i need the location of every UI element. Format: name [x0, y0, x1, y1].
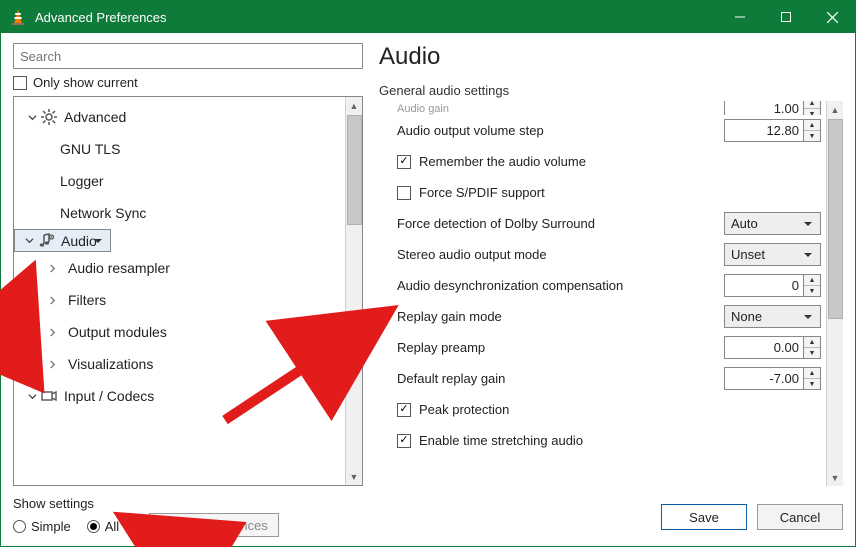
row-peak-protection: Peak protection — [383, 394, 821, 425]
preamp-spinner[interactable]: ▲▼ — [724, 336, 821, 359]
spin-up-icon[interactable]: ▲ — [804, 101, 820, 109]
dolby-select[interactable]: Auto — [724, 212, 821, 235]
row-time-stretching: Enable time stretching audio — [383, 425, 821, 456]
vlc-cone-icon — [9, 8, 27, 26]
spin-up-icon[interactable]: ▲ — [804, 337, 820, 348]
spin-up-icon[interactable]: ▲ — [804, 275, 820, 286]
audio-gain-spinner[interactable]: ▲▼ — [724, 101, 821, 115]
chevron-right-icon[interactable] — [44, 296, 60, 305]
row-stereo-mode: Stereo audio output mode Unset — [383, 239, 821, 270]
row-dolby: Force detection of Dolby Surround Auto — [383, 208, 821, 239]
chevron-right-icon[interactable] — [44, 360, 60, 369]
scroll-down-icon[interactable]: ▼ — [346, 468, 362, 485]
codec-icon — [40, 387, 58, 405]
maximize-button[interactable] — [763, 1, 809, 33]
window-body: Only show current Advanced GNU TLS Logge… — [1, 33, 855, 546]
tree-scrollbar[interactable]: ▲ ▼ — [345, 97, 362, 485]
row-remember-volume: Remember the audio volume — [383, 146, 821, 177]
scroll-up-icon[interactable]: ▲ — [827, 101, 843, 118]
scroll-thumb[interactable] — [828, 119, 843, 319]
tree-item-filters[interactable]: Filters — [14, 284, 362, 316]
scroll-up-icon[interactable]: ▲ — [346, 97, 362, 114]
spin-down-icon[interactable]: ▼ — [804, 131, 820, 141]
window-title: Advanced Preferences — [35, 10, 717, 25]
chevron-down-icon[interactable] — [21, 236, 37, 245]
radio-simple[interactable]: Simple — [13, 519, 71, 534]
save-button[interactable]: Save — [661, 504, 747, 530]
audio-gain-input[interactable] — [724, 101, 804, 115]
tree-item-gnutls[interactable]: GNU TLS — [14, 133, 362, 165]
volume-step-spinner[interactable]: ▲▼ — [724, 119, 821, 142]
spin-up-icon[interactable]: ▲ — [804, 120, 820, 131]
footer: Show settings Simple All Reset Preferenc… — [13, 486, 843, 538]
only-show-current-checkbox[interactable] — [13, 76, 27, 90]
reset-preferences-button[interactable]: Reset Preferences — [149, 513, 279, 537]
row-desync: Audio desynchronization compensation ▲▼ — [383, 270, 821, 301]
chevron-right-icon[interactable] — [44, 328, 60, 337]
row-replay-mode: Replay gain mode None — [383, 301, 821, 332]
show-settings-label: Show settings — [13, 496, 661, 511]
tree-item-audio-resampler[interactable]: Audio resampler — [14, 252, 362, 284]
stereo-select[interactable]: Unset — [724, 243, 821, 266]
default-replay-spinner[interactable]: ▲▼ — [724, 367, 821, 390]
tree-item-network-sync[interactable]: Network Sync — [14, 197, 362, 229]
titlebar: Advanced Preferences — [1, 1, 855, 33]
default-replay-input[interactable] — [724, 367, 804, 390]
row-audio-gain-cut: Audio gain ▲▼ — [383, 101, 821, 115]
left-panel: Only show current Advanced GNU TLS Logge… — [13, 43, 363, 486]
gear-icon — [40, 108, 58, 126]
row-volume-step: Audio output volume step ▲▼ — [383, 115, 821, 146]
peak-protection-checkbox[interactable] — [397, 403, 411, 417]
spin-up-icon[interactable]: ▲ — [804, 368, 820, 379]
radio-all[interactable]: All — [87, 519, 119, 534]
settings-pane: Audio gain ▲▼ Audio output volume step ▲… — [379, 100, 843, 486]
window: Advanced Preferences Only show current — [0, 0, 856, 547]
time-stretching-checkbox[interactable] — [397, 434, 411, 448]
spin-down-icon[interactable]: ▼ — [804, 286, 820, 296]
row-replay-preamp: Replay preamp ▲▼ — [383, 332, 821, 363]
radio-icon — [87, 520, 100, 533]
scroll-thumb[interactable] — [347, 115, 362, 225]
remember-volume-checkbox[interactable] — [397, 155, 411, 169]
chevron-down-icon[interactable] — [24, 113, 40, 122]
tree-item-visualizations[interactable]: Visualizations — [14, 348, 362, 380]
desync-spinner[interactable]: ▲▼ — [724, 274, 821, 297]
pane-scrollbar[interactable]: ▲ ▼ — [826, 101, 843, 486]
spin-down-icon[interactable]: ▼ — [804, 348, 820, 358]
scroll-down-icon[interactable]: ▼ — [827, 469, 843, 486]
minimize-button[interactable] — [717, 1, 763, 33]
tree-item-input-codecs[interactable]: Input / Codecs — [14, 380, 362, 412]
search-input[interactable] — [13, 43, 363, 69]
tree: Advanced GNU TLS Logger Network Sync Aud… — [13, 96, 363, 486]
tree-item-logger[interactable]: Logger — [14, 165, 362, 197]
row-force-spdif: Force S/PDIF support — [383, 177, 821, 208]
replay-mode-select[interactable]: None — [724, 305, 821, 328]
page-title: Audio — [379, 43, 843, 71]
desync-input[interactable] — [724, 274, 804, 297]
audio-note-icon — [37, 232, 55, 250]
chevron-right-icon[interactable] — [44, 264, 60, 273]
tree-item-output-modules[interactable]: Output modules — [14, 316, 362, 348]
tree-item-audio[interactable]: Audio — [14, 229, 111, 252]
only-show-current-label: Only show current — [33, 75, 138, 90]
volume-step-input[interactable] — [724, 119, 804, 142]
spin-down-icon[interactable]: ▼ — [804, 379, 820, 389]
preamp-input[interactable] — [724, 336, 804, 359]
force-spdif-checkbox[interactable] — [397, 186, 411, 200]
chevron-down-icon[interactable] — [24, 392, 40, 401]
section-heading: General audio settings — [379, 83, 843, 98]
row-default-replay: Default replay gain ▲▼ — [383, 363, 821, 394]
cancel-button[interactable]: Cancel — [757, 504, 843, 530]
radio-icon — [13, 520, 26, 533]
close-button[interactable] — [809, 1, 855, 33]
right-panel: Audio General audio settings Audio gain … — [379, 43, 843, 486]
tree-item-advanced[interactable]: Advanced — [14, 101, 362, 133]
spin-down-icon[interactable]: ▼ — [804, 109, 820, 115]
